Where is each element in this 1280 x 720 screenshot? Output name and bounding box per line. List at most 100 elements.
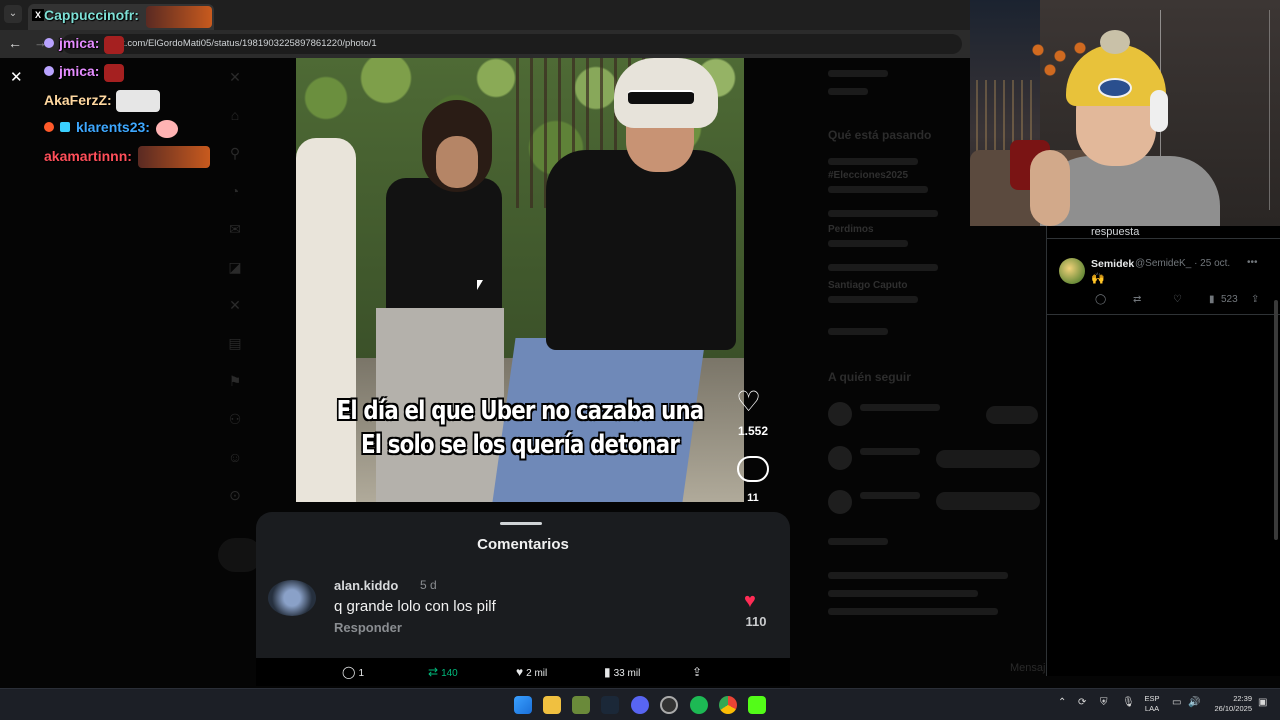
clock-date: 26/10/2025 <box>1214 704 1252 713</box>
tweet-media-image[interactable]: El día el que Uber no cazaba una El solo… <box>296 58 744 502</box>
comment-text: q grande lolo con los pilf <box>334 598 496 615</box>
follow-button-dimmed[interactable] <box>936 492 1040 510</box>
dim-line <box>828 158 918 165</box>
bookmarks-icon[interactable]: ⚑ <box>224 370 246 392</box>
share-icon[interactable]: ⇪ <box>1251 294 1259 305</box>
follow-heading: A quién seguir <box>828 370 911 384</box>
dim-line <box>828 186 928 193</box>
system-clock[interactable]: 22:39 26/10/2025 <box>1204 694 1252 714</box>
lists-icon[interactable]: ▤ <box>224 332 246 354</box>
grok-icon[interactable]: ◪ <box>224 256 246 278</box>
video-comment-count: 11 <box>747 492 759 504</box>
kick-icon[interactable] <box>748 696 766 714</box>
like-icon: ♥ <box>516 665 524 679</box>
views-icon: ▮ <box>604 665 611 679</box>
video-person <box>436 136 478 188</box>
trend-item[interactable]: Santiago Caputo <box>828 280 907 291</box>
messages-icon[interactable]: ✉ <box>224 218 246 240</box>
reply-author-name[interactable]: Semidek <box>1091 258 1134 270</box>
share-button[interactable]: ⇪ <box>692 665 705 679</box>
views-icon[interactable]: ▮ <box>1209 294 1215 305</box>
volume-icon[interactable]: 🔊 <box>1188 697 1200 708</box>
network-icon[interactable]: ▭ <box>1172 697 1181 708</box>
tray-sync-icon[interactable]: ⟳ <box>1078 697 1086 708</box>
chat-emote <box>156 120 178 138</box>
chat-emote <box>146 6 212 28</box>
chat-badge-icon <box>44 66 54 76</box>
chat-badge-icon <box>44 38 54 48</box>
file-explorer-icon[interactable] <box>543 696 561 714</box>
more-icon[interactable]: ⊙ <box>224 484 246 506</box>
avatar[interactable] <box>828 490 852 514</box>
avatar[interactable] <box>1059 258 1085 284</box>
reply-author-handle[interactable]: @SemideK_ · 25 oct. <box>1135 258 1230 269</box>
windows-start-icon[interactable] <box>514 696 532 714</box>
chrome-icon[interactable] <box>719 696 737 714</box>
share-icon: ⇪ <box>692 665 703 679</box>
tray-shield-icon[interactable]: ⛨ <box>1100 697 1108 708</box>
video-person <box>386 178 502 308</box>
drag-handle[interactable] <box>500 522 542 525</box>
reply-icon[interactable]: ◯ <box>1095 294 1106 305</box>
chat-username: jmica: <box>59 63 100 79</box>
video-like-count: 1.552 <box>737 424 769 438</box>
notification-icon[interactable]: ▣ <box>1258 697 1267 708</box>
webcam-streamer <box>1030 150 1070 226</box>
chat-badge-icon <box>60 122 70 132</box>
dim-line <box>828 210 938 217</box>
reply-button[interactable]: ◯ 1 <box>342 665 364 679</box>
like-button[interactable]: ♥ 2 mil <box>516 665 547 679</box>
dim-line <box>828 264 938 271</box>
more-options-icon[interactable]: ••• <box>1247 257 1258 268</box>
comment-reply-link: Responder <box>334 620 402 635</box>
divider <box>1047 314 1280 315</box>
tray-mic-icon[interactable]: 🎙 <box>1122 697 1135 708</box>
scrollbar-thumb[interactable] <box>1274 300 1278 540</box>
language-indicator[interactable]: ESP LAA <box>1140 694 1164 714</box>
views-button[interactable]: ▮ 33 mil <box>604 665 640 679</box>
trending-heading: Qué está pasando <box>828 128 932 142</box>
chat-emote <box>104 64 124 82</box>
profile-icon[interactable]: ☺ <box>224 446 246 468</box>
tweet-action-bar: ◯ 1 ⇄ 140 ♥ 2 mil ▮ 33 mil ⇪ <box>256 658 790 686</box>
caption-line-1: El día el que Uber no cazaba una <box>336 396 705 426</box>
obs-icon[interactable] <box>660 696 678 714</box>
follow-button-dimmed[interactable] <box>936 450 1040 468</box>
dim-line <box>828 296 918 303</box>
repost-button[interactable]: ⇄ 140 <box>428 665 458 679</box>
reply-icon: ◯ <box>342 665 356 679</box>
lang-bottom: LAA <box>1144 704 1160 713</box>
chat-emote <box>116 90 160 112</box>
dim-line <box>828 608 998 615</box>
views-count: 523 <box>1221 294 1238 305</box>
spotify-icon[interactable] <box>690 696 708 714</box>
communities-icon[interactable]: ⚇ <box>224 408 246 430</box>
mouse-cursor <box>477 280 483 290</box>
caption-line-2: El solo se los quería detonar <box>360 430 680 460</box>
webcam-overlay <box>970 0 1280 226</box>
trend-item[interactable]: #Elecciones2025 <box>828 170 908 181</box>
minecraft-icon[interactable] <box>572 696 590 714</box>
repost-icon[interactable]: ⇄ <box>1133 294 1141 305</box>
trend-item[interactable]: Perdimos <box>828 224 874 235</box>
repost-count: 140 <box>441 668 458 679</box>
follow-button-dimmed[interactable] <box>986 406 1038 424</box>
repost-icon: ⇄ <box>428 665 439 679</box>
comment-bubble-icon[interactable] <box>737 456 769 482</box>
x-premium-icon[interactable]: ✕ <box>224 294 246 316</box>
avatar[interactable] <box>828 446 852 470</box>
heart-icon[interactable]: ♡ <box>736 388 761 416</box>
comments-title: Comentarios <box>477 536 569 553</box>
clock-time: 22:39 <box>1233 694 1252 703</box>
like-icon[interactable]: ♡ <box>1173 294 1182 305</box>
steam-icon[interactable] <box>601 696 619 714</box>
discord-icon[interactable] <box>631 696 649 714</box>
windows-taskbar: ⌃ ⟳ ⛨ 🎙 ESP LAA ▭ 🔊 22:39 26/10/2025 ▣ <box>0 688 1280 720</box>
avatar[interactable] <box>828 402 852 426</box>
chat-emote <box>104 36 124 54</box>
heart-filled-icon: ♥ <box>744 590 756 612</box>
chat-badge-icon <box>44 122 54 132</box>
notifications-icon[interactable]: ◔ <box>224 180 246 202</box>
like-count: 2 mil <box>526 668 548 679</box>
tray-chevron-up-icon[interactable]: ⌃ <box>1058 697 1066 708</box>
